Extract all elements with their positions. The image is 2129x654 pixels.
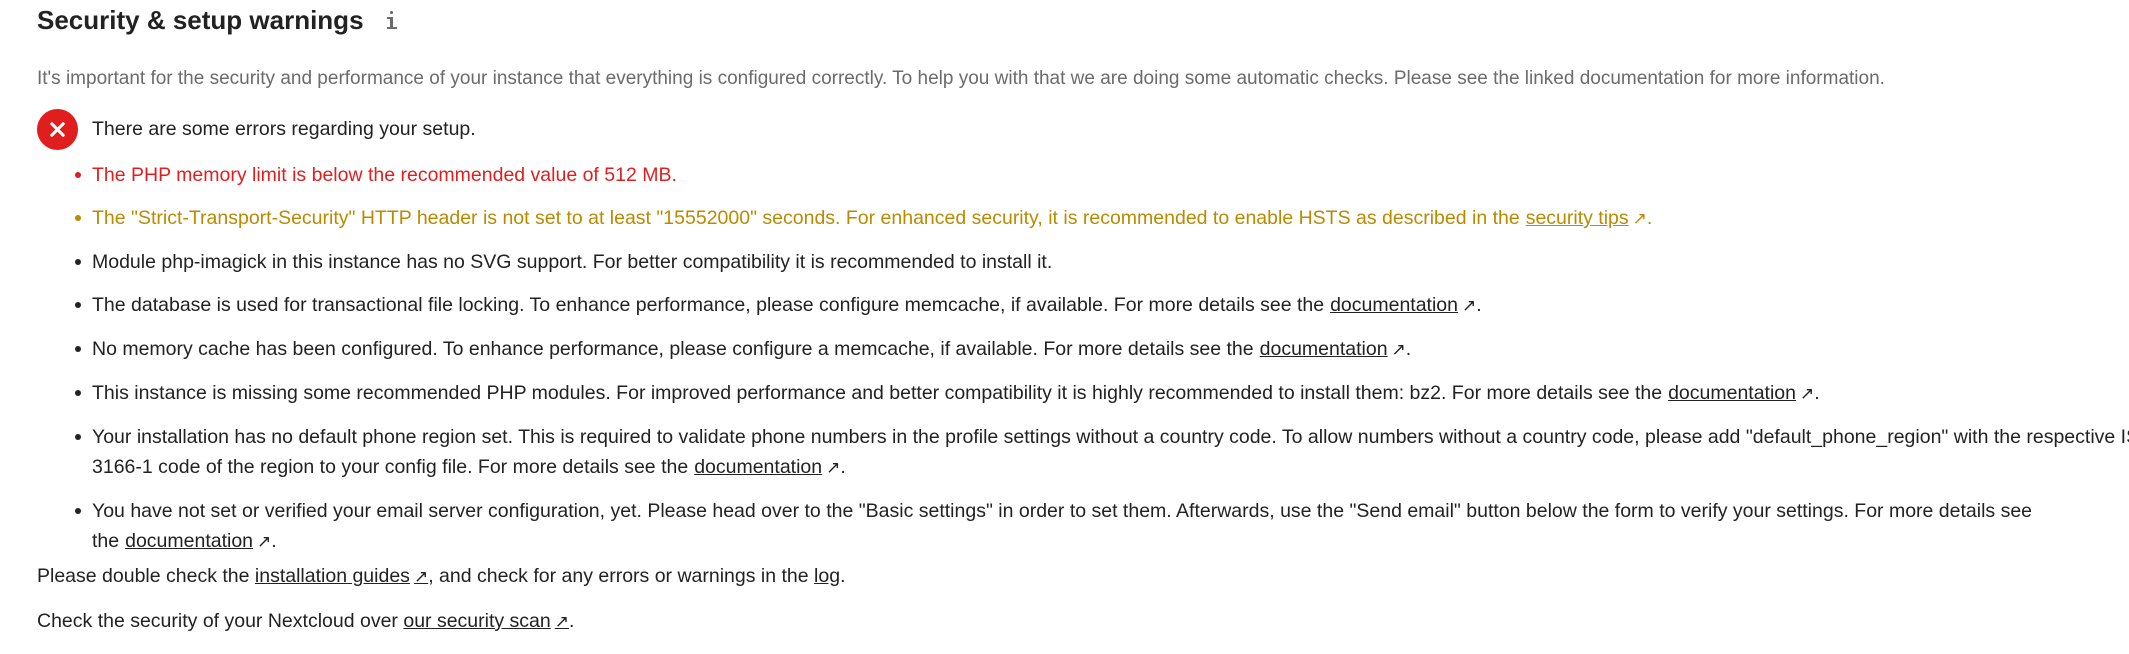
external-link-arrow-icon: ↗ <box>1800 384 1815 403</box>
warnings-list: The PHP memory limit is below the recomm… <box>75 160 2129 570</box>
warning-text: Your installation has no default phone r… <box>92 426 2129 478</box>
warning-item: The database is used for transactional f… <box>75 290 2129 321</box>
warning-text: Module php-imagick in this instance has … <box>92 251 1053 273</box>
section-intro: It's important for the security and perf… <box>37 68 1885 89</box>
warning-text: The PHP memory limit is below the recomm… <box>92 164 677 186</box>
external-link-arrow-icon: ↗ <box>1391 340 1406 359</box>
warning-text: No memory cache has been configured. To … <box>92 338 1254 360</box>
warning-item: The PHP memory limit is below the recomm… <box>75 160 2129 190</box>
external-link-arrow-icon: ↗ <box>413 567 429 586</box>
external-link-arrow-icon: ↗ <box>826 458 841 477</box>
warning-text: This instance is missing some recommende… <box>92 382 1663 404</box>
section-header: Security & setup warnings <box>37 2 400 38</box>
documentation-link[interactable]: documentation ↗ <box>125 530 271 552</box>
error-icon <box>37 108 78 150</box>
installation-guides-link[interactable]: installation guides ↗ <box>255 565 428 587</box>
security-tips-link[interactable]: security tips ↗ <box>1526 207 1647 229</box>
warning-item: The "Strict-Transport-Security" HTTP hea… <box>75 203 2129 234</box>
warning-item: Module php-imagick in this instance has … <box>75 247 2129 277</box>
documentation-link[interactable]: documentation ↗ <box>1330 294 1476 316</box>
warning-item: This instance is missing some recommende… <box>75 378 2129 409</box>
external-link-arrow-icon: ↗ <box>1462 296 1477 315</box>
status-text: There are some errors regarding your set… <box>92 117 476 140</box>
setup-status: There are some errors regarding your set… <box>37 108 476 150</box>
warning-item: No memory cache has been configured. To … <box>75 334 2129 365</box>
warning-text: The database is used for transactional f… <box>92 294 1325 316</box>
external-link-arrow-icon: ↗ <box>257 532 272 551</box>
warning-item: You have not set or verified your email … <box>75 496 2129 557</box>
external-link-arrow-icon: ↗ <box>1632 209 1647 228</box>
info-icon[interactable] <box>384 7 400 33</box>
warning-text: The "Strict-Transport-Security" HTTP hea… <box>92 207 1520 229</box>
installation-check-note: Please double check the installation gui… <box>37 565 846 587</box>
security-scan-note: Check the security of your Nextcloud ove… <box>37 610 575 632</box>
documentation-link[interactable]: documentation ↗ <box>694 456 840 478</box>
external-link-arrow-icon: ↗ <box>554 612 569 631</box>
warning-item: Your installation has no default phone r… <box>75 422 2129 483</box>
section-title: Security & setup warnings <box>37 4 364 35</box>
documentation-link[interactable]: documentation ↗ <box>1668 382 1814 404</box>
warning-text: You have not set or verified your email … <box>92 500 2033 552</box>
log-link[interactable]: log <box>814 565 840 587</box>
security-scan-link[interactable]: our security scan ↗ <box>403 610 569 632</box>
documentation-link[interactable]: documentation ↗ <box>1260 338 1406 360</box>
